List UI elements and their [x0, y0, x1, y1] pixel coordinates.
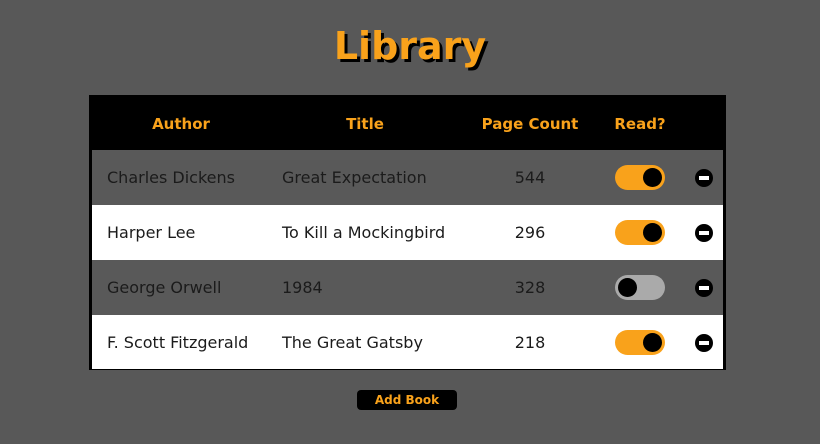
cell-author: Charles Dickens	[92, 150, 270, 205]
minus-circle-icon[interactable]	[695, 279, 713, 298]
cell-page-count: 296	[460, 205, 600, 260]
read-toggle[interactable]	[615, 165, 665, 190]
cell-read	[600, 150, 680, 205]
cell-author: George Orwell	[92, 260, 270, 315]
cell-author: Harper Lee	[92, 205, 270, 260]
table-row: George Orwell 1984 328	[92, 260, 723, 315]
cell-page-count: 328	[460, 260, 600, 315]
minus-circle-icon[interactable]	[695, 333, 713, 352]
cell-title: The Great Gatsby	[270, 315, 460, 369]
minus-circle-icon[interactable]	[695, 224, 713, 243]
cell-read	[600, 205, 680, 260]
cell-remove	[680, 150, 723, 205]
table-row: Charles Dickens Great Expectation 544	[92, 150, 723, 205]
read-toggle[interactable]	[615, 275, 665, 300]
cell-page-count: 218	[460, 315, 600, 369]
toggle-knob	[643, 332, 662, 352]
cell-remove	[680, 205, 723, 260]
table-row: Harper Lee To Kill a Mockingbird 296	[92, 205, 723, 260]
library-table-container: Author Title Page Count Read? Charles Di…	[89, 95, 726, 370]
cell-title: To Kill a Mockingbird	[270, 205, 460, 260]
read-toggle[interactable]	[615, 220, 665, 245]
cell-author: F. Scott Fitzgerald	[92, 315, 270, 369]
header-title: Title	[270, 98, 460, 150]
page-title: Library	[333, 24, 487, 68]
toggle-knob	[643, 168, 662, 187]
header-author: Author	[92, 98, 270, 150]
cell-title: Great Expectation	[270, 150, 460, 205]
header-read: Read?	[600, 98, 680, 150]
cell-page-count: 544	[460, 150, 600, 205]
header-actions	[680, 98, 723, 150]
minus-circle-icon[interactable]	[695, 169, 713, 188]
cell-read	[600, 260, 680, 315]
toggle-knob	[643, 223, 662, 242]
table-header-row: Author Title Page Count Read?	[92, 98, 723, 150]
cell-remove	[680, 260, 723, 315]
table-row: F. Scott Fitzgerald The Great Gatsby 218	[92, 315, 723, 369]
library-table: Author Title Page Count Read? Charles Di…	[92, 98, 723, 369]
cell-title: 1984	[270, 260, 460, 315]
header-page-count: Page Count	[460, 98, 600, 150]
add-book-button[interactable]: Add Book	[357, 390, 457, 410]
read-toggle[interactable]	[615, 329, 665, 355]
toggle-knob	[618, 278, 637, 297]
cell-remove	[680, 315, 723, 369]
cell-read	[600, 315, 680, 369]
